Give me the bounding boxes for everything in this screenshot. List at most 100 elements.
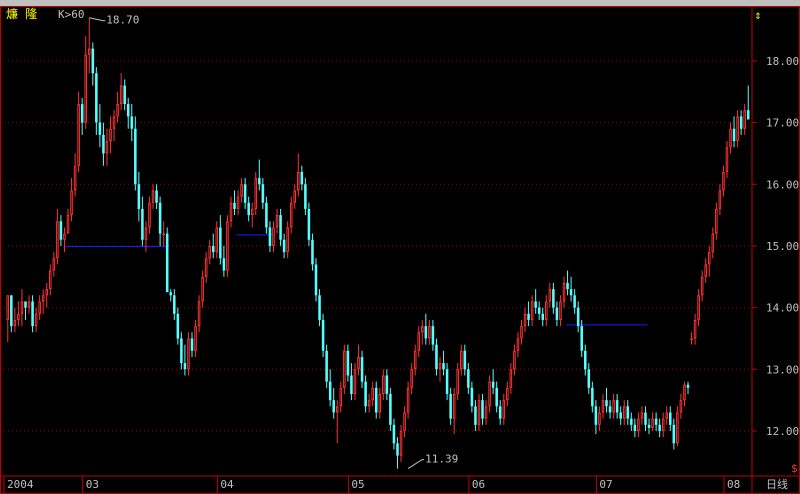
candle-body xyxy=(534,301,537,308)
candle-body xyxy=(236,196,240,209)
y-tick-label: 12.00 xyxy=(766,425,799,438)
stock-name: 燫 隆 xyxy=(6,6,37,21)
candle-body xyxy=(545,301,548,320)
candle-body xyxy=(141,208,144,240)
candle-body xyxy=(612,400,615,413)
candle-body xyxy=(293,190,297,203)
y-tick-label: 16.00 xyxy=(766,178,799,191)
candle-body xyxy=(743,110,746,129)
candle-body xyxy=(328,381,332,401)
candle-body xyxy=(258,178,261,185)
candle-body xyxy=(66,215,70,234)
candle-body xyxy=(739,116,743,129)
candle-body xyxy=(690,338,693,340)
annotation-label: 18.70 xyxy=(106,14,139,27)
candle-body xyxy=(364,381,367,407)
candle-body xyxy=(601,400,605,413)
candle-body xyxy=(300,171,304,185)
candle-body xyxy=(335,406,339,413)
candle-body xyxy=(552,289,555,308)
candle-body xyxy=(151,190,155,203)
candle-body xyxy=(498,406,502,419)
candle-body xyxy=(417,332,421,351)
candle-body xyxy=(243,184,247,203)
candle-body xyxy=(385,375,389,394)
candle-body xyxy=(123,85,126,105)
candle-body xyxy=(116,104,119,117)
candle-body xyxy=(576,307,580,327)
candle-body xyxy=(254,178,258,209)
candle-body xyxy=(197,301,201,327)
candle-body xyxy=(392,424,396,444)
candle-body xyxy=(452,393,456,419)
candle-body xyxy=(619,412,622,419)
candle-body xyxy=(268,227,272,246)
candle-body xyxy=(109,128,112,142)
candle-body xyxy=(605,400,608,407)
scroll-arrow-icon[interactable]: ⇕ xyxy=(754,8,761,22)
candle-body xyxy=(399,430,403,456)
candle-body xyxy=(428,326,431,339)
candle-body xyxy=(77,104,80,166)
candle-body xyxy=(530,301,534,320)
candle-body xyxy=(410,369,413,388)
candle-body xyxy=(732,128,736,142)
candlestick-chart: 12.00 13.00 14.00 15.00 16.00 17.00 18.00 2004 0… xyxy=(0,6,800,494)
candle-body xyxy=(509,369,513,388)
candle-body xyxy=(339,387,343,407)
candle-body xyxy=(215,227,219,253)
annotation-leader xyxy=(89,17,106,22)
candle-body xyxy=(591,387,594,407)
candle-body xyxy=(297,171,300,191)
candle-body xyxy=(382,375,385,394)
candle-body xyxy=(240,184,243,197)
candle-body xyxy=(126,104,130,117)
candle-body xyxy=(91,48,95,74)
candle-body xyxy=(729,128,732,148)
candle-body xyxy=(314,264,318,296)
candle-body xyxy=(449,393,452,419)
candle-body xyxy=(63,233,66,240)
candle-body xyxy=(467,369,470,388)
candle-body xyxy=(704,264,707,277)
candle-body xyxy=(307,208,311,240)
candle-body xyxy=(134,128,137,185)
annotation-leader xyxy=(407,459,425,470)
candle-body xyxy=(718,190,722,209)
candle-body xyxy=(289,202,293,228)
candle-body xyxy=(233,202,236,209)
candle-body xyxy=(87,48,91,55)
candle-body xyxy=(226,221,229,271)
candle-body xyxy=(10,295,13,327)
candle-body xyxy=(119,85,123,105)
candle-body xyxy=(183,363,187,370)
candle-body xyxy=(378,393,382,413)
candle-body xyxy=(279,215,282,240)
candle-body xyxy=(13,319,17,327)
candle-body xyxy=(633,424,637,431)
candle-body xyxy=(481,400,484,419)
candle-body xyxy=(176,313,180,339)
candle-body xyxy=(679,400,683,413)
candle-body xyxy=(105,141,109,154)
candle-body xyxy=(261,184,265,203)
x-tick-label: 06 xyxy=(472,478,485,491)
candle-body xyxy=(95,73,98,123)
x-tick-label: 03 xyxy=(86,478,99,491)
candle-body xyxy=(173,295,176,314)
candle-body xyxy=(229,202,233,222)
candle-body xyxy=(59,221,63,240)
candle-body xyxy=(201,276,204,302)
candle-body xyxy=(190,338,194,351)
candle-body xyxy=(374,387,378,413)
candle-body xyxy=(711,233,715,253)
candle-body xyxy=(421,326,424,333)
candle-body xyxy=(73,165,77,191)
candle-body xyxy=(80,104,84,123)
candle-body xyxy=(669,412,672,425)
candle-body xyxy=(52,258,56,271)
candle-body xyxy=(148,202,151,228)
candle-body xyxy=(569,289,573,296)
candle-body xyxy=(204,258,208,277)
candle-body xyxy=(491,381,495,388)
